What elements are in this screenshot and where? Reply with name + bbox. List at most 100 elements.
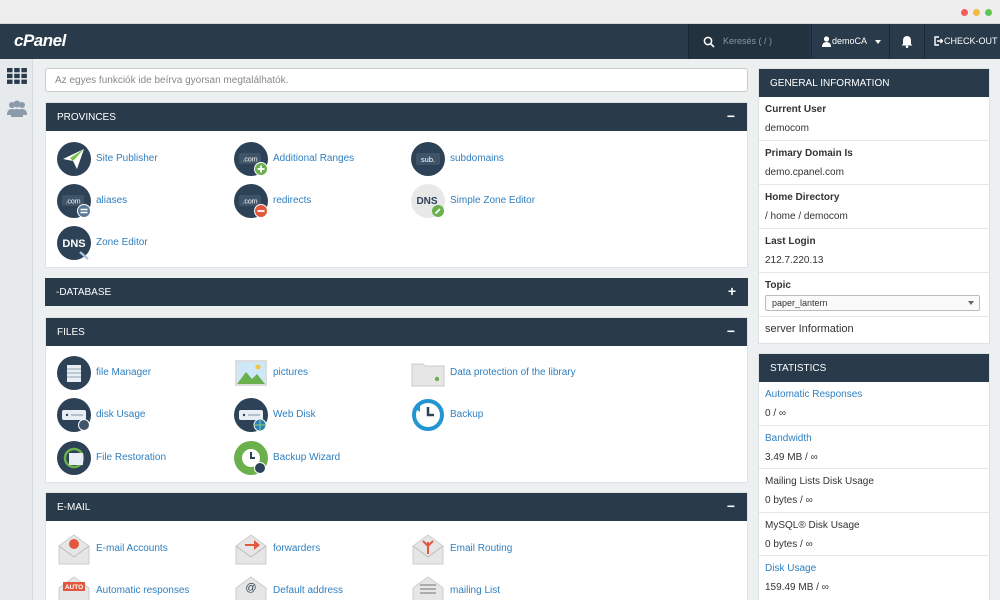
- topic-label: Topic: [765, 280, 791, 291]
- default-address-icon: @: [235, 576, 267, 600]
- current-user-label: Current User: [765, 104, 827, 115]
- primary-domain-value: demo.cpanel.com: [765, 167, 844, 178]
- checkout-label: CHECK-OUT: [944, 36, 998, 46]
- svg-text:@: @: [245, 582, 256, 594]
- stat-label: Mailing Lists Disk Usage: [765, 476, 874, 487]
- mailing-list-label: mailing List: [450, 585, 501, 596]
- statistics-panel: STATISTICS Automatic Responses 0 / ∞ Ban…: [758, 353, 990, 600]
- aliases-label: aliases: [96, 195, 128, 206]
- files-title: FILES: [57, 327, 85, 338]
- auto-responder-icon: AUTO: [58, 576, 90, 600]
- checkout-button[interactable]: CHECK-OUT: [924, 24, 1000, 59]
- header-search-placeholder: Keresés ( / ): [723, 36, 773, 46]
- cpanel-logo[interactable]: cPanel: [14, 31, 66, 51]
- minimize-window-dot[interactable]: [973, 9, 980, 16]
- left-rail: [0, 59, 33, 600]
- stat-label-link[interactable]: Bandwidth: [765, 433, 983, 444]
- disk-usage-icon: [57, 398, 91, 432]
- server-info-row: server Information: [759, 317, 989, 341]
- provinces-title: PROVINCES: [57, 112, 116, 123]
- grid-icon[interactable]: [7, 68, 27, 84]
- last-login-label: Last Login: [765, 236, 816, 247]
- pictures-label: pictures: [273, 367, 309, 378]
- provinces-panel: PROVINCES − Site Publisher .com Addition…: [45, 102, 748, 268]
- users-icon[interactable]: [7, 100, 27, 118]
- collapse-toggle[interactable]: −: [727, 109, 735, 123]
- browser-chrome: [0, 0, 1000, 24]
- topic-select[interactable]: paper_lantern: [765, 295, 980, 311]
- forwarders-icon: [235, 534, 267, 565]
- backup-icon: [412, 399, 444, 431]
- topic-select-value: paper_lantern: [772, 298, 828, 308]
- statistics-header: STATISTICS: [759, 354, 989, 382]
- svg-text:sub.: sub.: [421, 155, 435, 164]
- user-name: demoCA: [832, 36, 868, 46]
- database-header[interactable]: -DATABASE +: [45, 278, 748, 306]
- home-directory-value: / home / democom: [765, 211, 848, 222]
- header-search[interactable]: Keresés ( / ): [688, 24, 810, 59]
- additional-ranges-label: Additional Ranges: [273, 153, 355, 164]
- expand-toggle[interactable]: +: [728, 284, 736, 298]
- server-information-link[interactable]: server Information: [765, 323, 854, 335]
- backup-label: Backup: [450, 409, 484, 420]
- dns-zone-icon: DNS: [57, 226, 91, 260]
- stat-row: Automatic Responses 0 / ∞: [759, 382, 989, 426]
- files-header[interactable]: FILES −: [46, 318, 747, 346]
- stat-value: 3.49 MB / ∞: [765, 451, 818, 463]
- stat-row: MySQL® Disk Usage 0 bytes / ∞: [759, 513, 989, 556]
- svg-text:DNS: DNS: [62, 238, 85, 250]
- stat-label: MySQL® Disk Usage: [765, 519, 860, 531]
- stat-row: Mailing Lists Disk Usage 0 bytes / ∞: [759, 469, 989, 513]
- svg-text:DNS: DNS: [416, 196, 437, 207]
- general-information-header: GENERAL INFORMATION: [759, 69, 989, 97]
- file-manager-icon: [57, 356, 91, 390]
- backup-wizard-label: Backup Wizard: [273, 452, 341, 463]
- chevron-down-icon: [968, 301, 974, 305]
- maximize-window-dot[interactable]: [985, 9, 992, 16]
- topic-row: Topic paper_lantern: [759, 273, 989, 317]
- collapse-toggle[interactable]: −: [727, 499, 735, 513]
- close-window-dot[interactable]: [961, 9, 968, 16]
- web-disk-icon: [234, 398, 268, 432]
- dns-simple-icon: DNS: [411, 184, 445, 218]
- simple-zone-editor-label: Simple Zone Editor: [450, 195, 536, 206]
- file-restoration-label: File Restoration: [96, 452, 167, 463]
- com-add-icon: .com: [234, 142, 268, 176]
- user-menu[interactable]: demoCA: [811, 24, 889, 59]
- stat-label-link[interactable]: Automatic Responses: [765, 389, 983, 400]
- web-disk-label: Web Disk: [273, 409, 316, 420]
- com-alias-icon: .com: [57, 184, 91, 218]
- stat-value: 0 bytes / ∞: [765, 538, 813, 550]
- email-panel: E-MAIL − E-mail Accounts forwarders Emai…: [45, 492, 748, 600]
- paper-plane-icon: [57, 142, 91, 176]
- primary-domain-label: Primary Domain Is: [765, 148, 853, 159]
- quick-search-input[interactable]: Az egyes funkciók ide beírva gyorsan meg…: [45, 68, 748, 92]
- home-directory-row: Home Directory / home / democom: [759, 185, 989, 229]
- svg-text:.com: .com: [65, 199, 80, 206]
- default-address-label: Default address: [273, 585, 344, 596]
- svg-text:AUTO: AUTO: [65, 584, 83, 591]
- collapse-toggle[interactable]: −: [727, 324, 735, 338]
- com-redirect-icon: .com: [234, 184, 268, 218]
- current-user-row: Current User democom: [759, 97, 989, 141]
- stat-row: Disk Usage 159.49 MB / ∞: [759, 556, 989, 600]
- stat-label-link[interactable]: Disk Usage: [765, 563, 983, 574]
- notifications-button[interactable]: [889, 24, 924, 59]
- sub-domain-icon: sub.: [411, 142, 445, 176]
- database-title: -DATABASE: [56, 287, 112, 298]
- mailing-list-icon: [412, 576, 444, 600]
- user-icon: [822, 36, 831, 47]
- site-publisher-label: Site Publisher: [96, 153, 158, 164]
- email-title: E-MAIL: [57, 502, 91, 513]
- home-directory-label: Home Directory: [765, 192, 840, 203]
- provinces-header[interactable]: PROVINCES −: [46, 103, 747, 131]
- disk-usage-label: disk Usage: [96, 409, 146, 420]
- subdomains-label: subdomains: [450, 153, 504, 164]
- current-user-value: democom: [765, 123, 809, 134]
- stat-value: 0 bytes / ∞: [765, 495, 813, 506]
- email-accounts-icon: [58, 534, 90, 565]
- redirects-label: redirects: [273, 195, 312, 206]
- email-header[interactable]: E-MAIL −: [46, 493, 747, 521]
- auto-responder-label: Automatic responses: [96, 585, 190, 596]
- database-panel: -DATABASE +: [45, 278, 748, 306]
